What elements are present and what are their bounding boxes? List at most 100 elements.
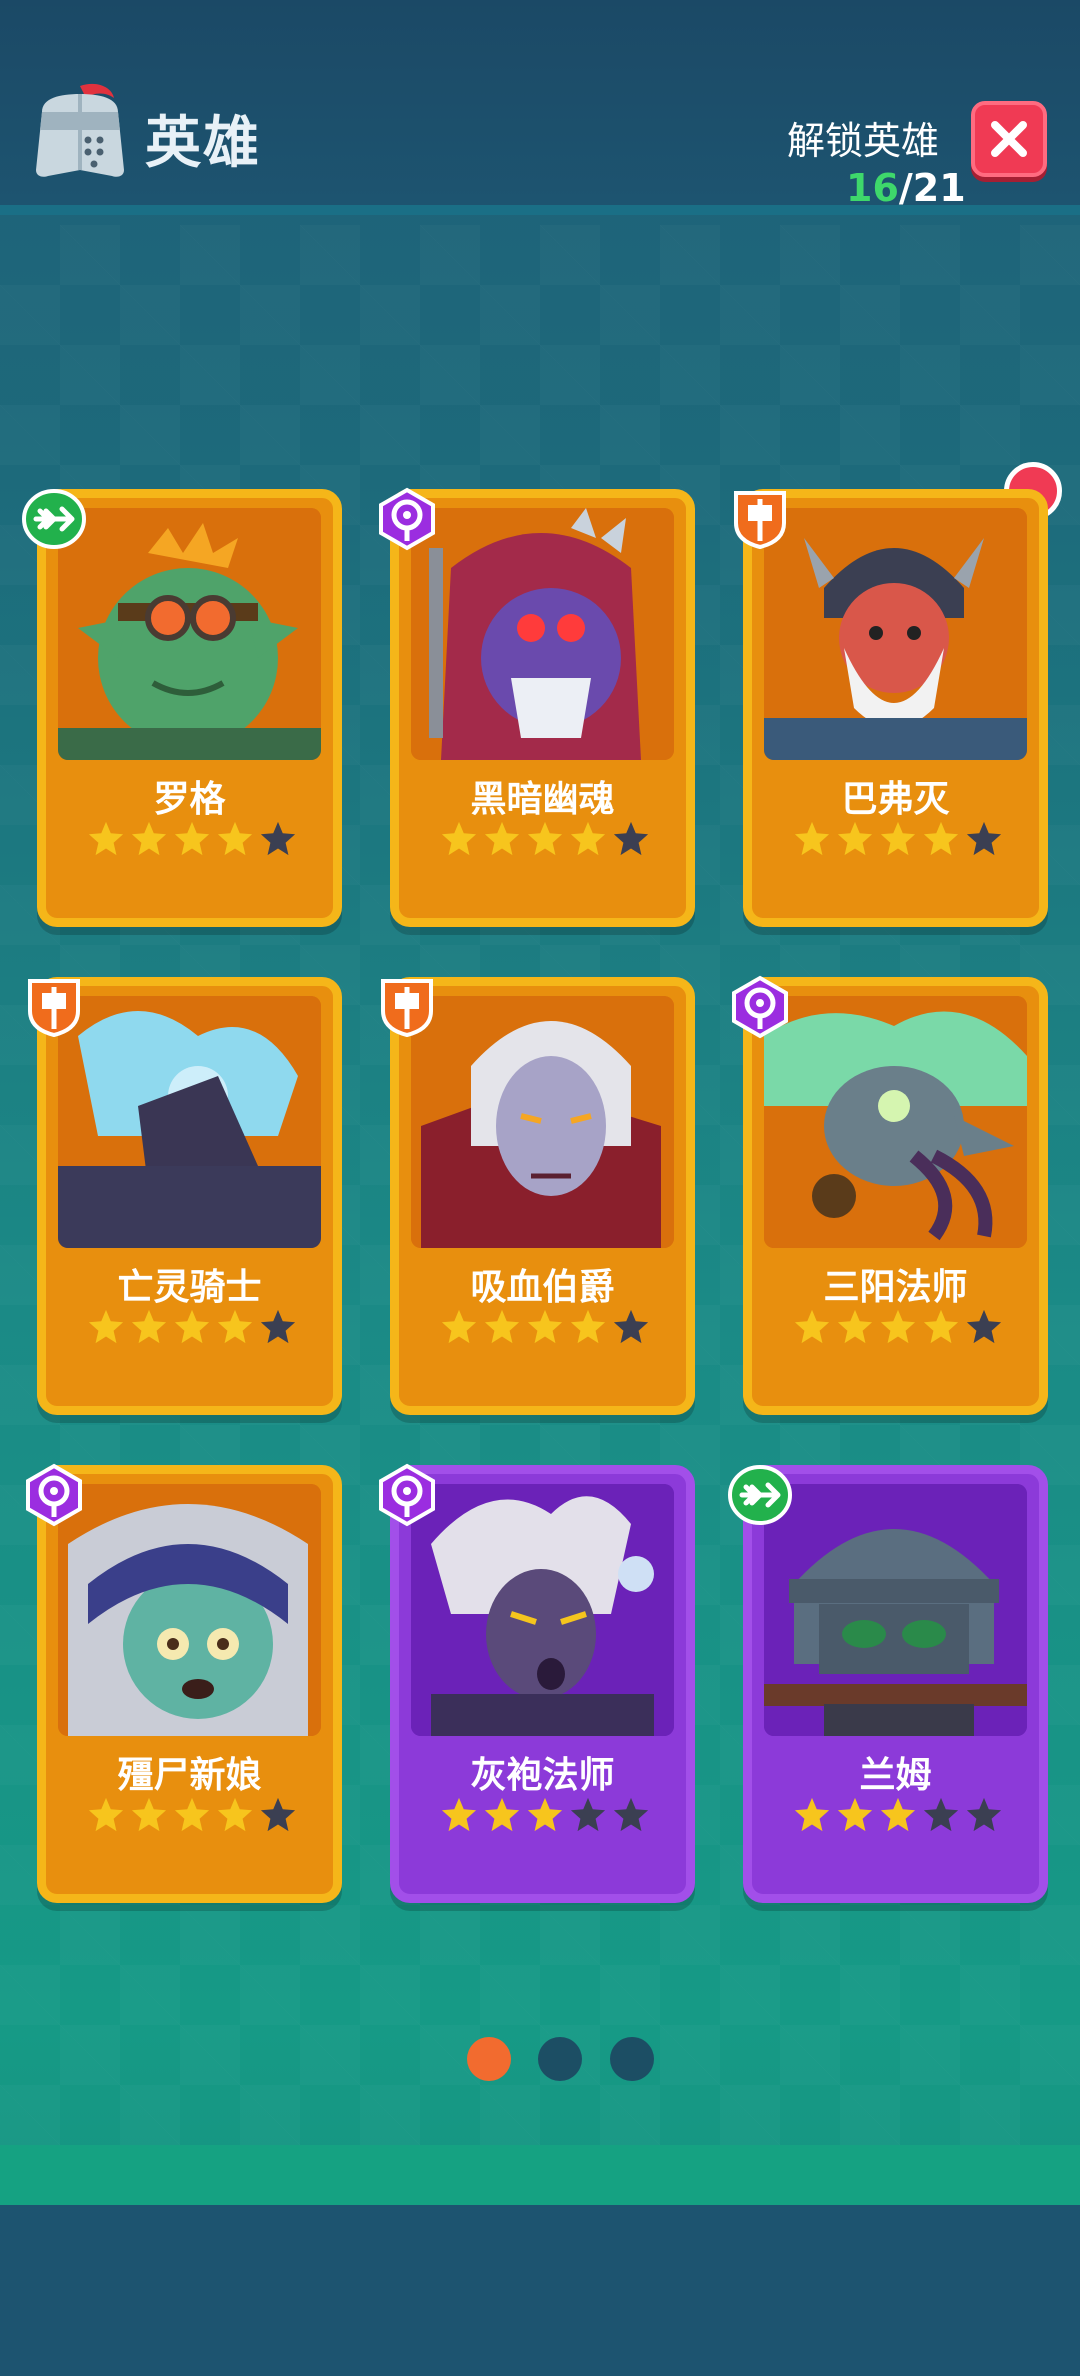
star-empty-icon <box>612 1796 650 1834</box>
hero-portrait <box>58 508 321 760</box>
hero-portrait <box>58 996 321 1248</box>
hero-card[interactable]: 灰袍法师 <box>390 1465 695 1903</box>
star-filled-icon <box>130 1308 168 1346</box>
star-filled-icon <box>569 1308 607 1346</box>
warrior-class-icon <box>734 491 786 550</box>
star-filled-icon <box>879 820 917 858</box>
star-filled-icon <box>87 1308 125 1346</box>
star-filled-icon <box>130 1796 168 1834</box>
warrior-class-icon <box>28 979 80 1038</box>
archer-class-icon <box>728 1465 792 1525</box>
hero-portrait <box>764 1484 1027 1736</box>
hero-card[interactable]: 巴弗灭 <box>743 489 1048 927</box>
hero-portrait <box>411 996 674 1248</box>
page-dot-2[interactable] <box>538 2037 582 2081</box>
star-filled-icon <box>87 820 125 858</box>
star-empty-icon <box>965 1796 1003 1834</box>
star-empty-icon <box>569 1796 607 1834</box>
total-count: /21 <box>898 166 966 210</box>
page-title: 英雄 <box>145 111 261 176</box>
unlock-heroes-label: 解锁英雄 <box>787 119 940 163</box>
star-filled-icon <box>836 1308 874 1346</box>
mage-class-icon <box>379 1463 435 1527</box>
hero-portrait <box>411 1484 674 1736</box>
hero-name: 亡灵骑士 <box>117 1267 262 1308</box>
star-filled-icon <box>130 820 168 858</box>
star-filled-icon <box>216 1308 254 1346</box>
close-icon <box>991 121 1027 157</box>
star-empty-icon <box>259 1796 297 1834</box>
star-filled-icon <box>569 820 607 858</box>
star-empty-icon <box>965 820 1003 858</box>
hero-stars <box>440 1796 650 1838</box>
hero-stars <box>440 1308 650 1350</box>
hero-name: 黑暗幽魂 <box>470 779 615 820</box>
hero-stars <box>793 1308 1003 1350</box>
hero-name: 灰袍法师 <box>470 1755 615 1796</box>
helmet-icon <box>36 83 124 177</box>
star-filled-icon <box>440 1796 478 1834</box>
hero-card[interactable]: 罗格 <box>37 489 342 927</box>
star-filled-icon <box>793 1308 831 1346</box>
star-filled-icon <box>173 820 211 858</box>
hero-card[interactable]: 吸血伯爵 <box>390 977 695 1415</box>
star-filled-icon <box>483 1308 521 1346</box>
star-filled-icon <box>216 1796 254 1834</box>
unlocked-count: 16 <box>846 166 899 210</box>
hero-card[interactable]: 亡灵骑士 <box>37 977 342 1415</box>
page-dot-1[interactable] <box>467 2037 511 2081</box>
star-filled-icon <box>483 1796 521 1834</box>
hero-name: 吸血伯爵 <box>470 1267 615 1308</box>
star-filled-icon <box>483 820 521 858</box>
mage-class-icon <box>379 487 435 551</box>
hero-name: 兰姆 <box>859 1755 932 1796</box>
mage-class-icon <box>732 975 788 1039</box>
star-filled-icon <box>87 1796 125 1834</box>
star-empty-icon <box>965 1308 1003 1346</box>
star-filled-icon <box>173 1796 211 1834</box>
hero-card[interactable]: 三阳法师 <box>743 977 1048 1415</box>
star-filled-icon <box>440 1308 478 1346</box>
star-filled-icon <box>793 820 831 858</box>
star-empty-icon <box>259 1308 297 1346</box>
star-filled-icon <box>879 1308 917 1346</box>
star-filled-icon <box>216 820 254 858</box>
star-empty-icon <box>612 1308 650 1346</box>
star-filled-icon <box>526 820 564 858</box>
top-bar: 英雄 解锁英雄 16/21 <box>0 0 1080 215</box>
star-filled-icon <box>526 1796 564 1834</box>
hero-portrait <box>764 996 1027 1248</box>
star-filled-icon <box>793 1796 831 1834</box>
star-empty-icon <box>612 820 650 858</box>
hero-name: 巴弗灭 <box>841 779 950 820</box>
footer <box>0 2205 1080 2376</box>
star-empty-icon <box>259 820 297 858</box>
hero-portrait <box>411 508 674 760</box>
archer-class-icon <box>22 489 86 549</box>
hero-portrait <box>764 508 1027 760</box>
hero-name: 殭尸新娘 <box>117 1755 262 1796</box>
hero-stars <box>87 820 297 862</box>
hero-stars <box>87 1308 297 1350</box>
footer-band <box>0 2145 1080 2205</box>
page-dot-3[interactable] <box>610 2037 654 2081</box>
hero-name: 罗格 <box>153 779 226 820</box>
star-filled-icon <box>440 820 478 858</box>
hero-card[interactable]: 殭尸新娘 <box>37 1465 342 1903</box>
close-button[interactable] <box>971 101 1047 177</box>
star-filled-icon <box>526 1308 564 1346</box>
hero-portrait <box>58 1484 321 1736</box>
hero-stars <box>793 1796 1003 1838</box>
warrior-class-icon <box>381 979 433 1038</box>
hero-stars <box>440 820 650 862</box>
unlock-heroes-count: 16/21 <box>846 166 966 210</box>
star-filled-icon <box>922 1308 960 1346</box>
hero-name: 三阳法师 <box>823 1267 968 1308</box>
hero-card[interactable]: 黑暗幽魂 <box>390 489 695 927</box>
hero-card[interactable]: 兰姆 <box>743 1465 1048 1903</box>
mage-class-icon <box>26 1463 82 1527</box>
star-filled-icon <box>879 1796 917 1834</box>
star-filled-icon <box>173 1308 211 1346</box>
star-filled-icon <box>922 820 960 858</box>
star-empty-icon <box>922 1796 960 1834</box>
